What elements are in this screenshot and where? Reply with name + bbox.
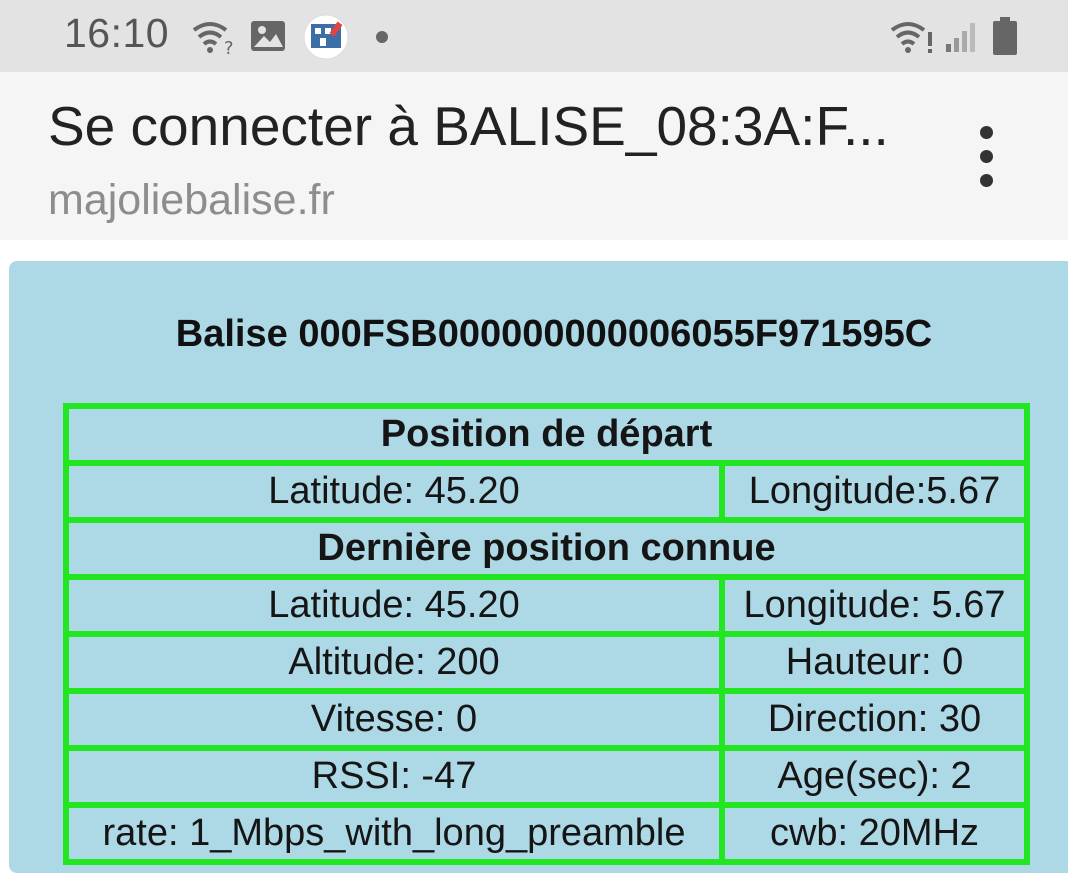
start-longitude: Longitude:5.67 xyxy=(722,463,1027,520)
page-title: Se connecter à BALISE_08:3A:F... xyxy=(48,95,889,157)
beacon-title: Balise 000FSB000000000006055F971595C xyxy=(175,313,933,355)
last-section-header: Dernière position connue xyxy=(66,520,1027,577)
start-latitude: Latitude: 45.20 xyxy=(66,463,722,520)
status-time: 16:10 xyxy=(64,10,170,56)
app-icon xyxy=(303,14,349,60)
speed: Vitesse: 0 xyxy=(66,691,722,748)
altitude: Altitude: 200 xyxy=(66,634,722,691)
height: Hauteur: 0 xyxy=(722,634,1027,691)
notification-dot xyxy=(376,31,388,43)
table-row: rate: 1_Mbps_with_long_preamble cwb: 20M… xyxy=(66,805,1027,862)
wifi-alert-icon xyxy=(890,22,932,53)
table-row: RSSI: -47 Age(sec): 2 xyxy=(66,748,1027,805)
last-latitude: Latitude: 45.20 xyxy=(66,577,722,634)
status-bar: 16:10 ? xyxy=(0,0,1068,72)
last-longitude: Longitude: 5.67 xyxy=(722,577,1027,634)
table-row: Latitude: 45.20 Longitude:5.67 xyxy=(66,463,1027,520)
content-card: Balise 000FSB000000000006055F971595C Pos… xyxy=(9,261,1068,873)
image-icon xyxy=(251,21,285,51)
table-row: Latitude: 45.20 Longitude: 5.67 xyxy=(66,577,1027,634)
rate: rate: 1_Mbps_with_long_preamble xyxy=(66,805,722,862)
cwb: cwb: 20MHz xyxy=(722,805,1027,862)
battery-icon xyxy=(993,17,1017,55)
browser-header: Se connecter à BALISE_08:3A:F... majolie… xyxy=(0,72,1068,240)
svg-text:?: ? xyxy=(224,38,234,56)
rssi: RSSI: -47 xyxy=(66,748,722,805)
age: Age(sec): 2 xyxy=(722,748,1027,805)
table-row: Altitude: 200 Hauteur: 0 xyxy=(66,634,1027,691)
signal-icon xyxy=(946,23,975,52)
start-section-header: Position de départ xyxy=(66,406,1027,463)
table-row: Position de départ xyxy=(66,406,1027,463)
beacon-info-table: Position de départ Latitude: 45.20 Longi… xyxy=(63,403,1030,865)
wifi-question-icon: ? xyxy=(192,22,234,56)
table-row: Vitesse: 0 Direction: 30 xyxy=(66,691,1027,748)
table-row: Dernière position connue xyxy=(66,520,1027,577)
direction: Direction: 30 xyxy=(722,691,1027,748)
page-url: majoliebalise.fr xyxy=(48,176,335,224)
more-vert-icon[interactable] xyxy=(966,126,1010,190)
